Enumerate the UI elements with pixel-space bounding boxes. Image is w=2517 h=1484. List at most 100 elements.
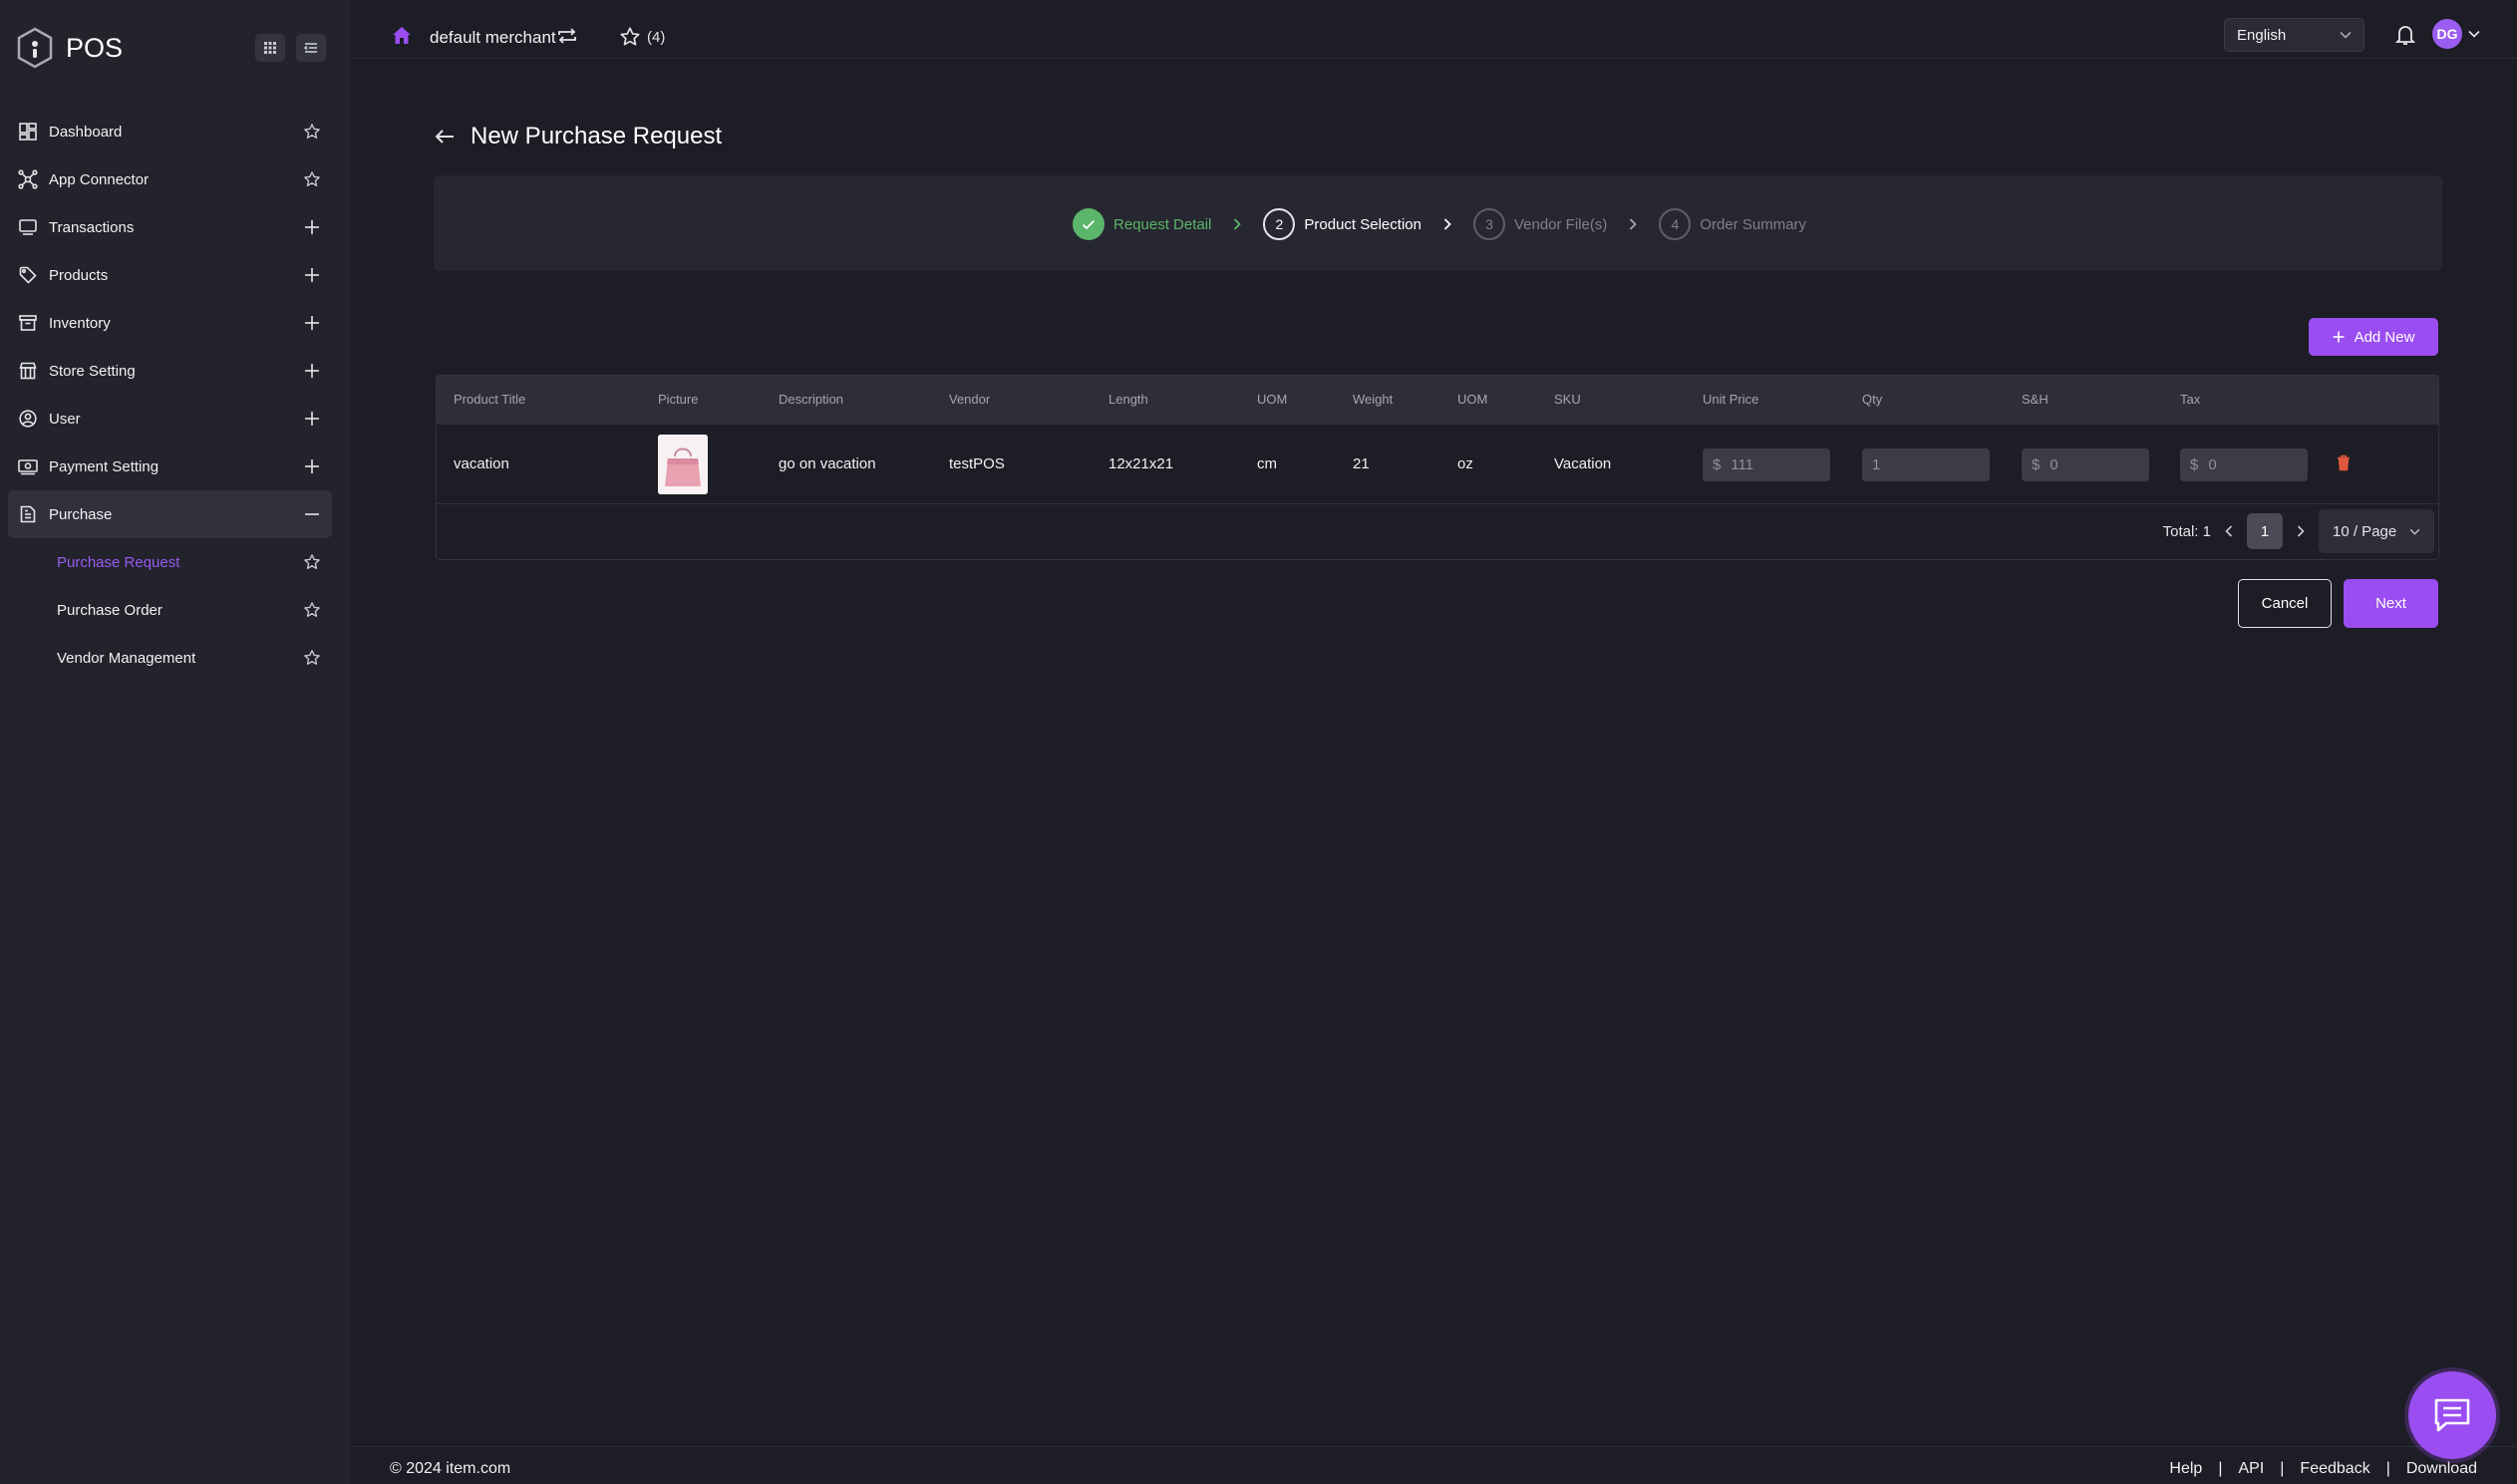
chat-icon <box>2432 1396 2472 1434</box>
home-icon[interactable] <box>392 26 412 45</box>
sidebar-item-dashboard[interactable]: Dashboard <box>8 108 332 155</box>
next-button[interactable]: Next <box>2344 579 2438 628</box>
language-select[interactable]: English <box>2224 18 2364 52</box>
delete-row-icon[interactable] <box>2337 454 2351 471</box>
sidebar-item-store-setting[interactable]: Store Setting <box>8 347 332 395</box>
chevron-right-icon <box>1629 218 1638 230</box>
chevron-right-icon <box>1443 218 1451 230</box>
chevron-right-icon[interactable] <box>2297 525 2305 537</box>
cell-length-uom: cm <box>1257 455 1277 472</box>
step-vendor-files[interactable]: 3 Vendor File(s) <box>1472 208 1607 240</box>
qty-input[interactable]: 1 <box>1862 448 1990 481</box>
tag-icon <box>17 264 39 286</box>
expand-plus-icon[interactable] <box>298 405 326 433</box>
column-header: Product Title <box>454 392 526 407</box>
switch-merchant-icon[interactable] <box>557 27 577 45</box>
transactions-icon <box>17 216 39 238</box>
expand-plus-icon[interactable] <box>298 452 326 480</box>
favorite-star-icon[interactable] <box>298 596 326 624</box>
chat-button[interactable] <box>2408 1371 2496 1459</box>
back-arrow-icon[interactable] <box>435 129 455 145</box>
chevron-right-icon <box>1233 218 1242 230</box>
sidebar-item-purchase-request[interactable]: Purchase Request <box>8 538 332 586</box>
brand[interactable]: POS <box>16 26 123 70</box>
sidebar-item-vendor-management[interactable]: Vendor Management <box>8 634 332 682</box>
sidebar-item-app-connector[interactable]: App Connector <box>8 155 332 203</box>
user-menu[interactable]: DG <box>2432 19 2480 49</box>
product-picture[interactable] <box>658 435 708 494</box>
footer-link-api[interactable]: API <box>2238 1460 2264 1478</box>
step-label: Product Selection <box>1304 215 1421 233</box>
chevron-down-icon <box>2409 528 2420 535</box>
step-request-detail[interactable]: Request Detail <box>1073 208 1211 240</box>
sidebar-item-label: Inventory <box>49 314 111 332</box>
tax-input[interactable]: $ 0 <box>2180 448 2308 481</box>
add-new-button[interactable]: Add New <box>2309 318 2438 356</box>
grid-view-button[interactable] <box>255 34 285 62</box>
language-value: English <box>2237 26 2287 44</box>
footer-link-download[interactable]: Download <box>2406 1460 2477 1478</box>
favorite-star-icon[interactable] <box>298 118 326 146</box>
top-header: default merchant (4) English DG <box>350 0 2517 59</box>
pagination: Total: 1 1 10 / Page <box>2163 509 2434 553</box>
sidebar-subitem-label: Vendor Management <box>57 649 196 667</box>
column-header: Picture <box>658 392 699 407</box>
sidebar-item-user[interactable]: User <box>8 395 332 443</box>
sidebar-item-purchase[interactable]: Purchase <box>8 490 332 538</box>
column-header: Description <box>779 392 844 407</box>
pagination-total: Total: 1 <box>2162 522 2211 540</box>
step-product-selection[interactable]: 2 Product Selection <box>1263 208 1421 240</box>
favorite-star-icon[interactable] <box>298 644 326 672</box>
footer-link-help[interactable]: Help <box>2169 1460 2202 1478</box>
collapse-sidebar-button[interactable] <box>296 34 326 62</box>
unit-price-input[interactable]: $ 111 <box>1703 448 1830 481</box>
store-icon <box>17 360 39 382</box>
sh-input[interactable]: $ 0 <box>2022 448 2149 481</box>
page-size-select[interactable]: 10 / Page <box>2319 509 2434 553</box>
expand-plus-icon[interactable] <box>298 261 326 289</box>
favorite-star-icon[interactable] <box>298 165 326 193</box>
sidebar-nav: Dashboard App Connector Transactions Pro… <box>8 108 332 682</box>
sidebar-item-transactions[interactable]: Transactions <box>8 203 332 251</box>
sidebar-item-label: Transactions <box>49 218 135 236</box>
tax-value: 0 <box>2208 456 2217 473</box>
cell-weight: 21 <box>1353 455 1370 472</box>
column-header: S&H <box>2022 392 2048 407</box>
expand-plus-icon[interactable] <box>298 357 326 385</box>
favorites-button[interactable]: (4) <box>619 26 665 48</box>
sidebar-subitem-label: Purchase Order <box>57 601 162 619</box>
page-number[interactable]: 1 <box>2247 513 2283 549</box>
cancel-button[interactable]: Cancel <box>2238 579 2332 628</box>
sidebar-item-purchase-order[interactable]: Purchase Order <box>8 586 332 634</box>
column-header: Qty <box>1862 392 1883 407</box>
expand-plus-icon[interactable] <box>298 309 326 337</box>
step-number: 3 <box>1472 208 1505 240</box>
step-label: Request Detail <box>1113 215 1212 233</box>
sidebar-item-products[interactable]: Products <box>8 251 332 299</box>
archive-icon <box>17 312 39 334</box>
expand-plus-icon[interactable] <box>298 213 326 241</box>
sidebar-item-label: Dashboard <box>49 123 123 141</box>
step-order-summary[interactable]: 4 Order Summary <box>1659 208 1806 240</box>
column-header: Length <box>1108 392 1148 407</box>
chevron-left-icon[interactable] <box>2225 525 2233 537</box>
connector-icon <box>17 168 39 190</box>
sidebar-item-inventory[interactable]: Inventory <box>8 299 332 347</box>
document-icon <box>17 503 39 525</box>
copyright: © 2024 item.com <box>390 1460 511 1477</box>
avatar: DG <box>2432 19 2462 49</box>
cell-description: go on vacation <box>779 455 876 472</box>
footer-link-feedback[interactable]: Feedback <box>2300 1460 2369 1478</box>
chevron-down-icon <box>2340 31 2352 39</box>
sidebar-item-payment-setting[interactable]: Payment Setting <box>8 443 332 490</box>
collapse-minus-icon[interactable] <box>298 500 326 528</box>
chevron-down-icon <box>2468 30 2480 38</box>
unit-price-value: 111 <box>1730 456 1754 473</box>
table-row: vacation go on vacation testPOS 12x21x21… <box>437 425 2438 504</box>
merchant-name[interactable]: default merchant <box>430 28 556 48</box>
qty-value: 1 <box>1872 456 1881 473</box>
favorite-star-icon[interactable] <box>298 548 326 576</box>
dashboard-icon <box>17 121 39 143</box>
page-size-value: 10 / Page <box>2333 522 2397 540</box>
bell-icon[interactable] <box>2395 24 2415 46</box>
